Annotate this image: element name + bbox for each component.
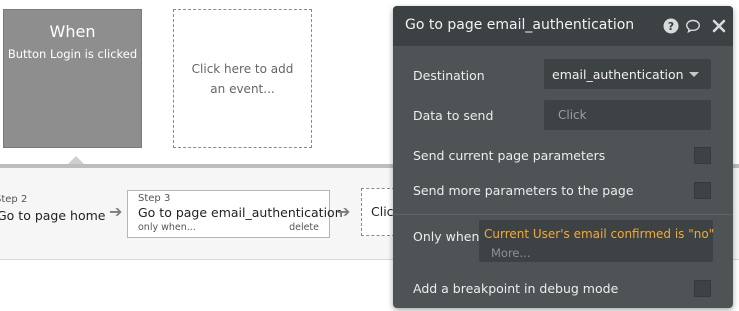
arrow-right-icon: ➔ — [337, 202, 351, 221]
panel-title: Go to page email_authentication — [405, 17, 635, 33]
destination-value: email_authentication — [552, 67, 684, 82]
arrow-right-icon: ➔ — [109, 202, 123, 221]
send-more-params-checkbox[interactable] — [694, 182, 711, 199]
close-icon[interactable] — [711, 18, 727, 34]
step-card-2[interactable]: Step 2 Go to page home — [0, 194, 110, 234]
data-to-send-field[interactable]: Click — [544, 100, 711, 130]
send-current-params-checkbox[interactable] — [694, 147, 711, 164]
chevron-down-icon — [689, 72, 699, 77]
destination-label: Destination — [413, 68, 485, 83]
step-title: Go to page home — [0, 208, 106, 223]
destination-dropdown[interactable]: email_authentication — [544, 59, 711, 89]
panel-header: Go to page email_authentication ? — [393, 6, 733, 46]
only-when-label: Only when — [413, 229, 480, 244]
delete-step-link[interactable]: delete — [289, 222, 319, 233]
action-property-panel: Go to page email_authentication ? Destin… — [393, 6, 733, 308]
step-title: Go to page email_authentication — [138, 205, 343, 220]
data-to-send-placeholder: Click — [558, 108, 587, 122]
section-divider — [393, 214, 733, 215]
only-when-link[interactable]: only when... — [138, 222, 196, 233]
expression-more-link[interactable]: More... — [491, 246, 530, 260]
help-icon[interactable]: ? — [663, 18, 679, 34]
step-card-3[interactable]: Step 3 Go to page email_authentication o… — [127, 190, 343, 238]
svg-text:?: ? — [668, 20, 674, 33]
data-to-send-label: Data to send — [413, 108, 494, 123]
step-number: Step 3 — [138, 193, 171, 204]
send-more-params-label: Send more parameters to the page — [413, 183, 634, 198]
send-current-params-label: Send current page parameters — [413, 148, 606, 163]
only-when-expression-field[interactable]: Current User's email confirmed is "no" M… — [479, 220, 714, 262]
breakpoint-checkbox[interactable] — [694, 280, 711, 297]
add-event-label: Click here to add an event... — [191, 61, 294, 96]
event-card-when[interactable]: When Button Login is clicked — [3, 9, 142, 148]
breakpoint-label: Add a breakpoint in debug mode — [413, 281, 619, 296]
only-when-expression[interactable]: Current User's email confirmed is "no" — [484, 227, 714, 241]
event-title: When — [49, 22, 96, 41]
comment-icon[interactable] — [685, 18, 701, 34]
add-event-button[interactable]: Click here to add an event... — [173, 9, 312, 148]
step-number: Step 2 — [0, 194, 28, 205]
event-trigger-text: Button Login is clicked — [7, 47, 138, 61]
event-selection-pointer — [68, 156, 84, 164]
